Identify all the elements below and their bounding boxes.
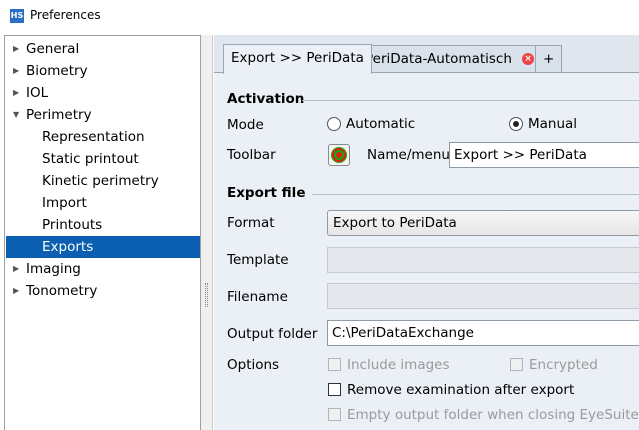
preferences-tree: ▶ General ▶ Biometry ▶ IOL ▼ Perimetry R… (4, 35, 201, 430)
include-images-label: Include images (347, 357, 450, 373)
empty-output-folder-label: Empty output folder when closing EyeSuit… (347, 407, 639, 423)
expand-arrow-icon[interactable]: ▶ (13, 280, 19, 302)
expand-arrow-icon[interactable]: ▶ (13, 38, 19, 60)
remove-after-export-label[interactable]: Remove examination after export (347, 382, 574, 398)
tree-item-printouts[interactable]: Printouts (42, 214, 102, 236)
include-images-checkbox (328, 358, 341, 371)
panel-splitter[interactable] (201, 35, 213, 430)
tab-export-peridata[interactable]: Export >> PeriData (223, 44, 372, 74)
expand-arrow-icon[interactable]: ▶ (13, 82, 19, 104)
name-menu-field[interactable]: Export >> PeriData (449, 142, 639, 168)
expand-arrow-icon[interactable]: ▶ (13, 258, 19, 280)
output-folder-field[interactable]: C:\PeriDataExchange (327, 320, 639, 346)
tab-content: Activation Mode Automatic Manual Toolbar… (214, 72, 639, 430)
toolbar-label: Toolbar (227, 147, 276, 163)
name-menu-label: Name/menu (367, 147, 450, 163)
tree-item-label: Tonometry (26, 283, 98, 299)
encrypted-label: Encrypted (529, 357, 598, 373)
tab-label: Export >> PeriData (231, 50, 364, 66)
tree-item-label: General (26, 41, 80, 57)
tree-item-label: Exports (42, 239, 94, 255)
mode-manual-label[interactable]: Manual (528, 116, 577, 132)
filename-field (327, 283, 639, 309)
template-label: Template (227, 252, 289, 268)
toolbar-icon-button[interactable] (328, 144, 350, 166)
format-dropdown[interactable]: Export to PeriData (327, 210, 639, 236)
window-title: Preferences (30, 8, 101, 22)
tree-item-representation[interactable]: Representation (42, 126, 145, 148)
output-folder-label: Output folder (227, 326, 318, 342)
mode-label: Mode (227, 117, 264, 133)
collapse-arrow-icon[interactable]: ▼ (13, 104, 19, 126)
tree-item-label: Biometry (26, 63, 88, 79)
splitter-grip-icon[interactable] (205, 283, 208, 307)
section-divider (312, 194, 639, 195)
title-bar: HS Preferences (0, 0, 639, 31)
tree-item-kinetic-perimetry[interactable]: Kinetic perimetry (42, 170, 159, 192)
expand-arrow-icon[interactable]: ▶ (13, 60, 19, 82)
tree-item-import[interactable]: Import (42, 192, 87, 214)
app-logo-icon: HS (10, 9, 24, 23)
tree-item-static-printout[interactable]: Static printout (42, 148, 139, 170)
section-divider (302, 100, 639, 101)
filename-label: Filename (227, 289, 288, 305)
add-tab-button[interactable]: + (535, 45, 563, 74)
template-field (327, 247, 639, 273)
tree-item-exports[interactable]: Exports (6, 236, 200, 258)
tree-item-label: Perimetry (26, 107, 92, 123)
section-title-activation: Activation (227, 91, 305, 107)
tab-strip: Export >> PeriData PeriData-Automatisch … (214, 44, 639, 74)
tab-peridata-automatisch[interactable]: PeriData-Automatisch × (357, 45, 543, 74)
remove-after-export-checkbox[interactable] (328, 383, 341, 396)
tree-item-label: Imaging (26, 261, 81, 277)
close-tab-icon[interactable]: × (522, 53, 535, 65)
mode-automatic-radio[interactable] (327, 117, 341, 131)
section-title-export-file: Export file (227, 185, 306, 201)
mode-manual-radio[interactable] (509, 117, 523, 131)
empty-output-folder-checkbox (328, 408, 341, 421)
tab-label: PeriData-Automatisch (365, 51, 512, 67)
encrypted-checkbox (510, 358, 523, 371)
mode-automatic-label[interactable]: Automatic (346, 116, 415, 132)
format-label: Format (227, 215, 275, 231)
target-icon (331, 147, 347, 163)
tree-item-label: IOL (26, 85, 49, 101)
options-label: Options (227, 357, 280, 373)
